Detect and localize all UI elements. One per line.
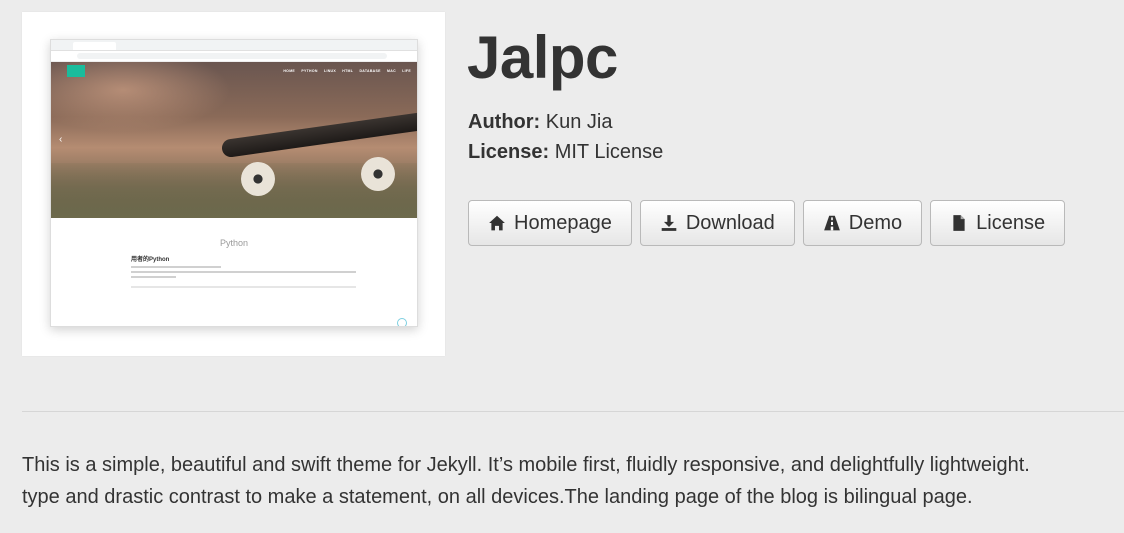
skateboard-wheel bbox=[361, 157, 395, 191]
preview-post: 用者的Python bbox=[131, 254, 356, 288]
homepage-button-label: Homepage bbox=[514, 211, 612, 234]
description-line-1: This is a simple, beautiful and swift th… bbox=[22, 454, 1030, 476]
preview-nav-item: DATABASE bbox=[359, 69, 381, 73]
chevron-left-icon: ‹ bbox=[59, 134, 63, 145]
theme-preview-image[interactable]: HOME PYTHON LINUX HTML DATABASE MAC LIFE… bbox=[50, 39, 418, 327]
skateboard-wheel bbox=[241, 162, 275, 196]
preview-nav: HOME PYTHON LINUX HTML DATABASE MAC LIFE bbox=[278, 69, 411, 73]
preview-nav-item: LIFE bbox=[402, 69, 411, 73]
preview-logo bbox=[67, 65, 85, 77]
file-icon bbox=[953, 215, 965, 231]
license-label: License: bbox=[468, 141, 550, 163]
download-icon bbox=[661, 215, 677, 231]
license-button-label: License bbox=[976, 211, 1046, 234]
section-divider bbox=[22, 411, 1124, 412]
license-button[interactable]: License bbox=[930, 200, 1066, 246]
author-value: Kun Jia bbox=[545, 111, 613, 133]
preview-body: Python 用者的Python bbox=[51, 218, 417, 326]
author-label: Author: bbox=[468, 111, 541, 133]
demo-button[interactable]: Demo bbox=[802, 200, 923, 246]
browser-address-bar bbox=[51, 51, 417, 62]
preview-search-icon bbox=[397, 318, 407, 326]
preview-nav-item: HTML bbox=[342, 69, 354, 73]
download-button[interactable]: Download bbox=[639, 200, 795, 246]
action-buttons: Homepage Download Demo License bbox=[468, 200, 1073, 246]
theme-description: This is a simple, beautiful and swift th… bbox=[22, 449, 1124, 513]
theme-screenshot-card: HOME PYTHON LINUX HTML DATABASE MAC LIFE… bbox=[22, 12, 445, 356]
license-line: License: MIT License bbox=[468, 141, 663, 164]
road-icon bbox=[823, 215, 840, 231]
preview-nav-item: HOME bbox=[283, 69, 296, 73]
demo-button-label: Demo bbox=[848, 211, 903, 234]
description-line-2: type and drastic contrast to make a stat… bbox=[22, 486, 973, 508]
theme-title: Jalpc bbox=[467, 24, 618, 91]
download-button-label: Download bbox=[685, 211, 775, 234]
author-line: Author: Kun Jia bbox=[468, 111, 612, 134]
preview-section-title: Python bbox=[219, 238, 249, 248]
browser-tab bbox=[73, 42, 116, 50]
preview-nav-item: LINUX bbox=[324, 69, 337, 73]
preview-nav-item: PYTHON bbox=[301, 69, 318, 73]
browser-tab-bar bbox=[51, 40, 417, 56]
home-icon bbox=[489, 215, 505, 231]
homepage-button[interactable]: Homepage bbox=[468, 200, 632, 246]
preview-hero-photo: HOME PYTHON LINUX HTML DATABASE MAC LIFE… bbox=[51, 62, 417, 218]
license-value: MIT License bbox=[554, 141, 664, 163]
skateboard-deck bbox=[220, 109, 417, 159]
preview-nav-item: MAC bbox=[387, 69, 396, 73]
preview-post-title: 用者的Python bbox=[131, 257, 170, 263]
